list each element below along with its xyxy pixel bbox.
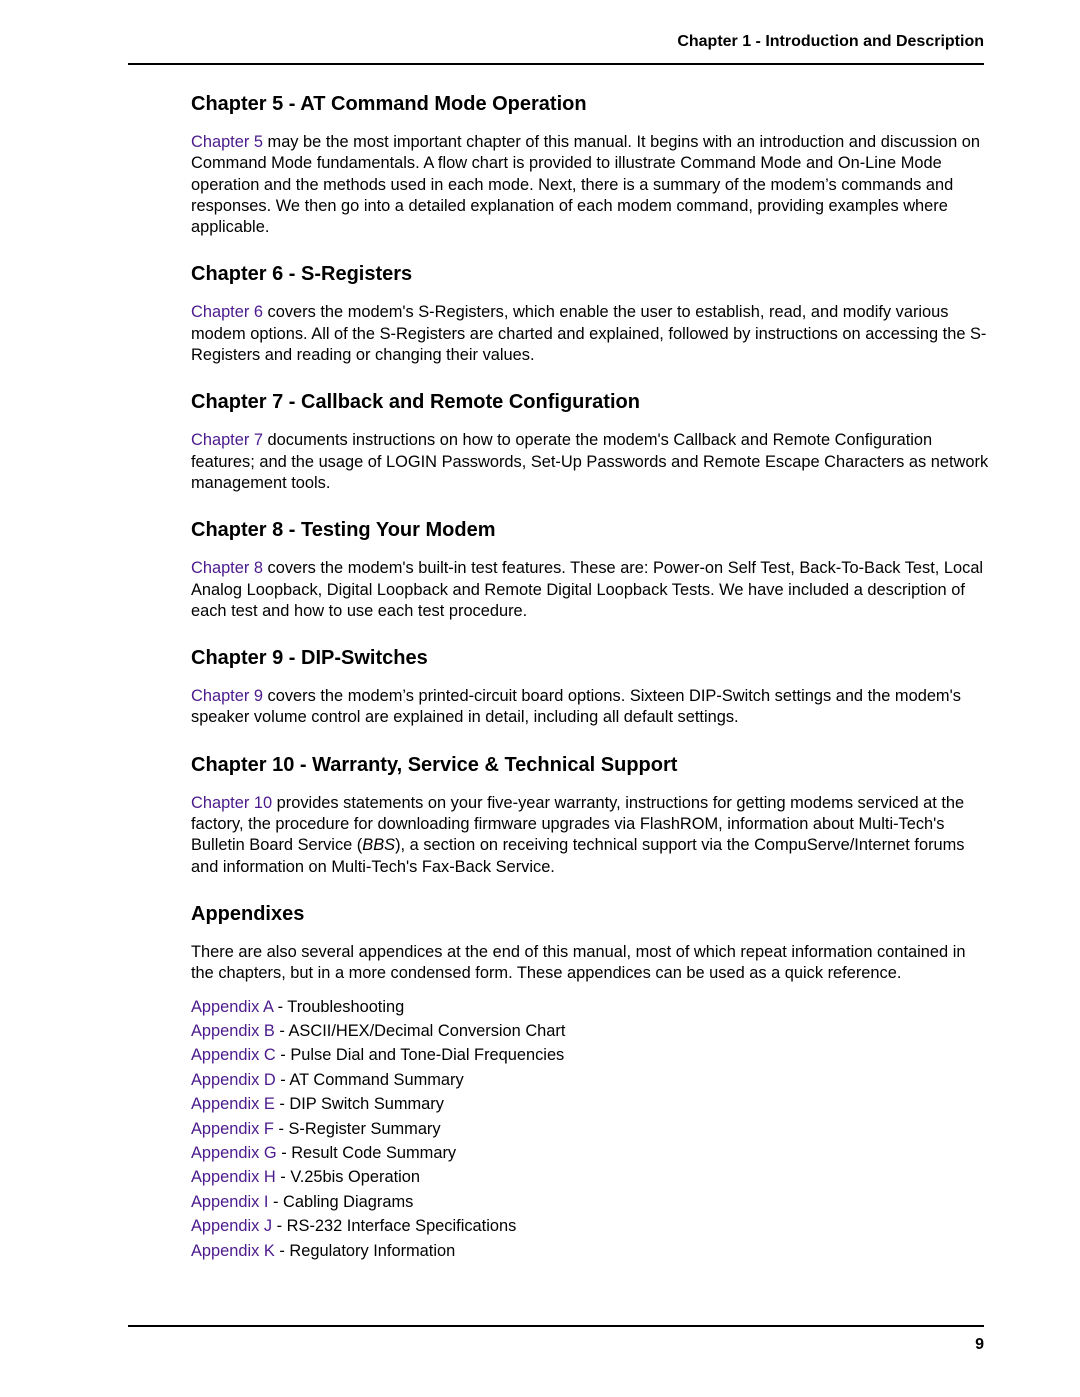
appendix-title: - S-Register Summary xyxy=(273,1119,441,1138)
section-text: documents instructions on how to operate… xyxy=(191,431,989,492)
appendix-title: - Result Code Summary xyxy=(276,1143,457,1162)
appendix-title: - Troubleshooting xyxy=(273,997,405,1016)
appendix-item: Appendix G - Result Code Summary xyxy=(191,1141,991,1165)
appendix-link[interactable]: Appendix J xyxy=(191,1217,272,1235)
section-text: covers the modem’s printed-circuit board… xyxy=(191,687,961,727)
appendix-item: Appendix J - RS-232 Interface Specificat… xyxy=(191,1214,991,1238)
appendix-link[interactable]: Appendix B xyxy=(191,1022,275,1040)
appendix-link[interactable]: Appendix F xyxy=(191,1120,274,1138)
section-chapter-5: Chapter 5 - AT Command Mode Operation Ch… xyxy=(191,90,991,238)
section-chapter-6: Chapter 6 - S-Registers Chapter 6 covers… xyxy=(191,260,991,366)
appendix-item: Appendix D - AT Command Summary xyxy=(191,1068,991,1092)
section-text: may be the most important chapter of thi… xyxy=(191,133,981,237)
appendix-title: - DIP Switch Summary xyxy=(274,1095,444,1114)
section-text: covers the modem's built-in test feature… xyxy=(191,559,984,620)
section-heading: Chapter 6 - S-Registers xyxy=(191,263,413,286)
appendix-item: Appendix F - S-Register Summary xyxy=(191,1117,991,1141)
section-chapter-7: Chapter 7 - Callback and Remote Configur… xyxy=(191,388,991,494)
section-body: Chapter 10 provides statements on your f… xyxy=(191,793,991,878)
appendix-link[interactable]: Appendix D xyxy=(191,1071,276,1089)
appendix-item: Appendix E - DIP Switch Summary xyxy=(191,1092,991,1116)
running-header: Chapter 1 - Introduction and Description xyxy=(677,33,984,50)
appendix-link[interactable]: Appendix E xyxy=(191,1095,275,1113)
section-heading: Chapter 9 - DIP-Switches xyxy=(191,647,428,670)
section-heading: Chapter 7 - Callback and Remote Configur… xyxy=(191,391,640,414)
appendix-item: Appendix B - ASCII/HEX/Decimal Conversio… xyxy=(191,1019,991,1043)
appendix-link[interactable]: Appendix I xyxy=(191,1193,268,1211)
chapter-link[interactable]: Chapter 10 xyxy=(191,794,272,812)
appendix-item: Appendix A - Troubleshooting xyxy=(191,995,991,1019)
appendix-link[interactable]: Appendix H xyxy=(191,1168,276,1186)
appendix-link[interactable]: Appendix G xyxy=(191,1144,277,1162)
appendix-link[interactable]: Appendix K xyxy=(191,1242,275,1260)
section-heading: Chapter 8 - Testing Your Modem xyxy=(191,519,496,542)
section-body: Chapter 6 covers the modem's S-Registers… xyxy=(191,302,991,366)
appendix-item: Appendix I - Cabling Diagrams xyxy=(191,1190,991,1214)
appendixes-intro: There are also several appendices at the… xyxy=(191,942,966,983)
appendix-title: - ASCII/HEX/Decimal Conversion Chart xyxy=(274,1021,566,1040)
footer-rule xyxy=(128,1325,984,1327)
appendix-list: Appendix A - Troubleshooting Appendix B … xyxy=(191,995,991,1263)
header-rule xyxy=(128,63,984,65)
appendix-title: - Cabling Diagrams xyxy=(268,1192,414,1211)
section-chapter-10: Chapter 10 - Warranty, Service & Technic… xyxy=(191,751,991,878)
section-heading: Chapter 5 - AT Command Mode Operation xyxy=(191,93,587,115)
chapter-link[interactable]: Chapter 6 xyxy=(191,303,263,321)
appendix-title: - AT Command Summary xyxy=(275,1070,464,1089)
page-number: 9 xyxy=(975,1336,984,1353)
section-heading: Chapter 10 - Warranty, Service & Technic… xyxy=(191,753,678,776)
chapter-link[interactable]: Chapter 8 xyxy=(191,559,263,577)
appendix-item: Appendix H - V.25bis Operation xyxy=(191,1165,991,1189)
section-chapter-8: Chapter 8 - Testing Your Modem Chapter 8… xyxy=(191,516,991,622)
appendix-title: - RS-232 Interface Specifications xyxy=(272,1217,517,1236)
chapter-link[interactable]: Chapter 7 xyxy=(191,431,263,449)
appendix-title: - Pulse Dial and Tone-Dial Frequencies xyxy=(275,1046,565,1065)
appendix-link[interactable]: Appendix A xyxy=(191,998,273,1016)
section-body: Chapter 7 documents instructions on how … xyxy=(191,430,991,494)
page-content: Chapter 5 - AT Command Mode Operation Ch… xyxy=(191,90,991,1263)
section-body: Chapter 8 covers the modem's built-in te… xyxy=(191,558,991,622)
section-text: covers the modem's S-Registers, which en… xyxy=(191,303,987,365)
section-appendixes: Appendixes There are also several append… xyxy=(191,900,991,1263)
chapter-link[interactable]: Chapter 9 xyxy=(191,687,263,705)
section-heading: Appendixes xyxy=(191,902,305,925)
appendix-title: - Regulatory Information xyxy=(274,1241,456,1260)
appendix-title: - V.25bis Operation xyxy=(275,1168,421,1187)
chapter-link[interactable]: Chapter 5 xyxy=(191,133,263,151)
appendix-item: Appendix C - Pulse Dial and Tone-Dial Fr… xyxy=(191,1043,991,1067)
section-chapter-9: Chapter 9 - DIP-Switches Chapter 9 cover… xyxy=(191,644,991,729)
section-body: Chapter 9 covers the modem’s printed-cir… xyxy=(191,686,991,729)
bbs-abbreviation: BBS xyxy=(362,836,396,855)
appendix-item: Appendix K - Regulatory Information xyxy=(191,1239,991,1263)
section-body: Chapter 5 may be the most important chap… xyxy=(191,132,991,238)
appendix-link[interactable]: Appendix C xyxy=(191,1046,276,1064)
